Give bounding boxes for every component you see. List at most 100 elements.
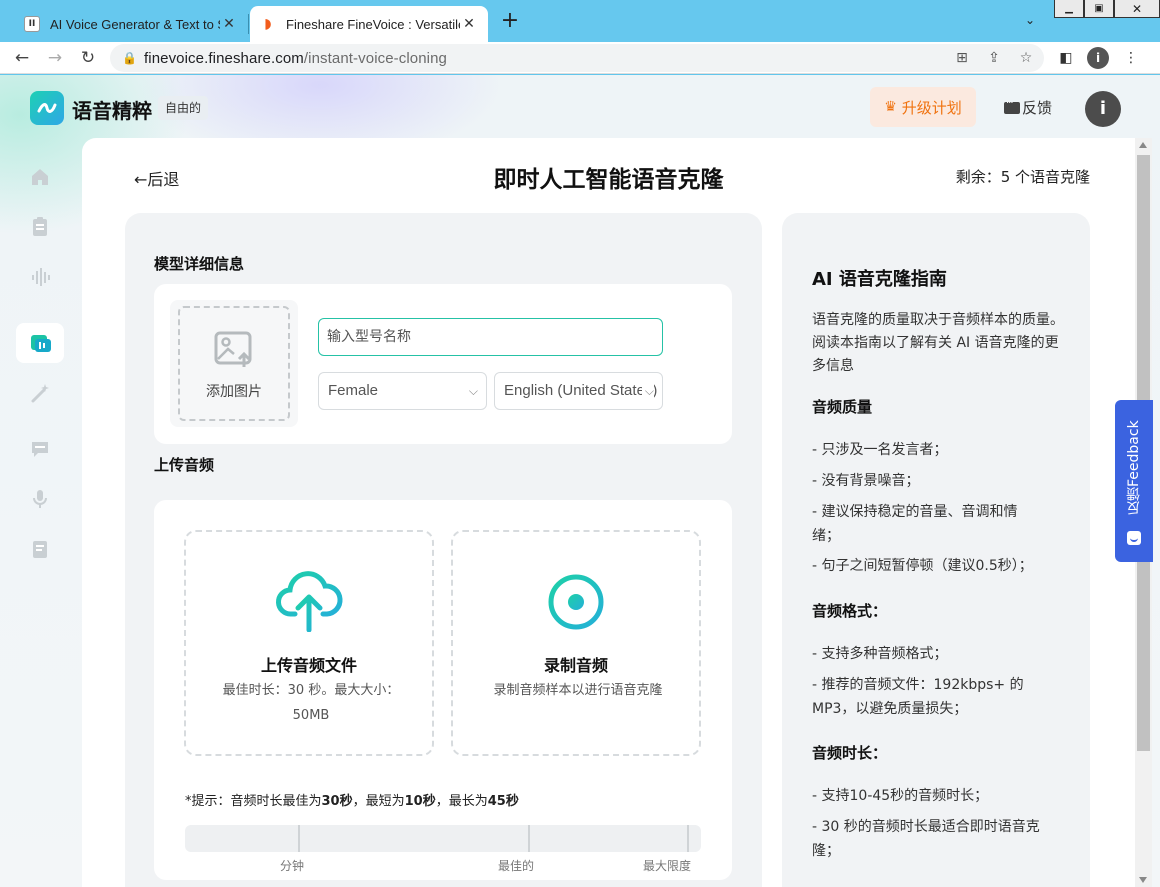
brand-name[interactable]: 语音精粹 xyxy=(72,95,152,124)
logo-icon[interactable] xyxy=(30,91,64,125)
star-icon[interactable]: ☆ xyxy=(1016,48,1036,68)
forward-arrow-icon[interactable]: → xyxy=(43,46,67,70)
new-tab-button[interactable]: + xyxy=(498,9,522,33)
url-host: finevoice.fineshare.com xyxy=(144,49,304,67)
quality-heading: 音频质量 xyxy=(812,398,873,416)
record-icon xyxy=(548,574,604,630)
sidebar-item-documents[interactable] xyxy=(16,207,64,247)
tip-max: 45秒 xyxy=(487,794,519,809)
feedback-side-tab[interactable]: 反馈Feedback xyxy=(1115,400,1153,562)
list-item: - 建议保持稳定的音量、音调和情绪； xyxy=(812,504,1018,544)
sidebar-item-chat[interactable] xyxy=(16,429,64,469)
list-item: - 支持10-45秒的音频时长； xyxy=(812,788,989,804)
gender-value: Female xyxy=(328,382,379,399)
window-controls: ▁ ▣ ✕ xyxy=(1054,0,1160,18)
notes-icon xyxy=(33,541,47,558)
feedback-tab-label: 反馈Feedback xyxy=(1126,420,1142,516)
browser-tab-strip: II AI Voice Generator & Text to Sp ✕ ◗ F… xyxy=(0,0,1160,42)
gender-select[interactable]: Female ⌵ xyxy=(318,372,487,410)
document-icon xyxy=(33,217,47,236)
duration-tip: *提示：音频时长最佳为30秒，最短为10秒，最长为45秒 xyxy=(185,790,519,809)
smile-icon xyxy=(1127,531,1141,545)
side-panel-icon[interactable]: ◧ xyxy=(1056,48,1076,68)
plan-badge: 自由的 xyxy=(158,96,209,120)
feedback-link[interactable]: 反馈 xyxy=(1004,97,1052,118)
tip-prefix: *提示：音频时长最佳为 xyxy=(185,794,322,809)
chevron-down-icon[interactable]: ⌄ xyxy=(1020,10,1040,30)
sidebar xyxy=(0,137,80,887)
bar-label-min: 分钟 xyxy=(280,859,305,873)
lock-icon: 🔒 xyxy=(122,51,137,65)
fineshare-icon: ◗ xyxy=(264,16,272,32)
upload-file-title: 上传音频文件 xyxy=(260,656,357,675)
image-upload-icon xyxy=(214,331,252,367)
menu-dots-icon[interactable]: ⋮ xyxy=(1121,48,1141,68)
model-details-card: 添加图片 Female ⌵ English (United States) ⌵ xyxy=(154,284,732,444)
magic-wand-icon xyxy=(31,384,49,403)
list-item: - 没有背景噪音； xyxy=(812,473,920,489)
guide-title: AI 语音克隆指南 xyxy=(812,269,947,290)
tip-min: 10秒 xyxy=(404,794,436,809)
home-icon xyxy=(32,169,48,185)
upload-audio-file-dropzone[interactable]: 上传音频文件 最佳时长：30 秒。最大大小：50MB xyxy=(184,530,434,756)
profile-avatar[interactable]: i xyxy=(1087,47,1109,69)
tab-title: Fineshare FineVoice : Versatile xyxy=(286,16,460,32)
tab-title: AI Voice Generator & Text to Sp xyxy=(50,16,220,32)
sidebar-item-voice[interactable] xyxy=(16,257,64,297)
reload-icon[interactable]: ↻ xyxy=(76,46,100,70)
window-close-icon[interactable]: ✕ xyxy=(1114,0,1160,18)
model-name-input[interactable] xyxy=(318,318,663,356)
back-arrow-icon[interactable]: ← xyxy=(10,46,34,70)
tip-mid2: ，最长为 xyxy=(435,794,488,809)
translate-icon[interactable]: ⊞ xyxy=(952,48,972,68)
list-item: - 30 秒的音频时长最适合即时语音克隆； xyxy=(812,819,1040,859)
duration-bar xyxy=(185,825,701,852)
browser-tab-ai-voice[interactable]: II AI Voice Generator & Text to Sp ✕ xyxy=(14,6,248,42)
sidebar-item-home[interactable] xyxy=(16,157,64,197)
web-page: 语音精粹 自由的 ♛ 升级计划 反馈 i xyxy=(0,75,1160,887)
add-image-label: 添加图片 xyxy=(206,384,262,400)
record-desc: 录制音频样本以进行语音克隆 xyxy=(493,683,663,698)
record-audio-button[interactable]: 录制音频 录制音频样本以进行语音克隆 xyxy=(451,530,701,756)
remaining-clones: 剩余：5 个语音克隆 xyxy=(955,168,1090,186)
close-icon[interactable]: ✕ xyxy=(220,16,238,32)
guide-panel: AI 语音克隆指南 语音克隆的质量取决于音频样本的质量。阅读本指南以了解有关 A… xyxy=(782,213,1090,887)
top-navigation: 语音精粹 自由的 ♛ 升级计划 反馈 i xyxy=(0,75,1160,137)
main-content: ←后退 即时人工智能语音克隆 剩余：5 个语音克隆 模型详细信息 添加图片 输入… xyxy=(82,138,1135,887)
tip-mid1: ，最短为 xyxy=(352,794,405,809)
waveform-icon xyxy=(32,268,50,286)
tip-best: 30秒 xyxy=(321,794,353,809)
upload-file-desc: 最佳时长：30 秒。最大大小：50MB xyxy=(222,683,400,723)
user-avatar[interactable]: i xyxy=(1085,91,1121,127)
language-select[interactable]: English (United States) ⌵ xyxy=(494,372,663,410)
model-details-heading: 模型详细信息 xyxy=(154,255,245,273)
language-value: English (United States) xyxy=(504,382,658,399)
browser-tab-finevoice[interactable]: ◗ Fineshare FineVoice : Versatile ✕ xyxy=(250,6,488,42)
maximize-icon[interactable]: ▣ xyxy=(1084,0,1114,18)
list-item: - 只涉及一名发言者； xyxy=(812,442,948,458)
scroll-down-icon[interactable] xyxy=(1139,877,1147,883)
minimize-icon[interactable]: ▁ xyxy=(1054,0,1084,18)
voice-clone-icon xyxy=(31,335,51,352)
sidebar-item-notes[interactable] xyxy=(16,529,64,569)
min-marker xyxy=(298,825,300,852)
chevron-down-icon: ⌵ xyxy=(641,373,654,409)
close-icon[interactable]: ✕ xyxy=(460,16,478,32)
share-icon[interactable]: ⇪ xyxy=(984,48,1004,68)
record-title: 录制音频 xyxy=(543,656,608,675)
list-item: - 句子之间短暂停顿（建议0.5秒）； xyxy=(812,558,1033,574)
upgrade-plan-button[interactable]: ♛ 升级计划 xyxy=(870,87,976,127)
upload-audio-card: 上传音频文件 最佳时长：30 秒。最大大小：50MB 录制音频 录制音频样本以进… xyxy=(154,500,732,880)
address-bar[interactable]: 🔒 finevoice.fineshare.com/instant-voice-… xyxy=(110,44,1044,72)
scroll-up-icon[interactable] xyxy=(1139,142,1147,148)
browser-toolbar: ← → ↻ 🔒 finevoice.fineshare.com/instant-… xyxy=(0,42,1160,74)
sidebar-item-voice-clone[interactable] xyxy=(16,323,64,363)
add-image-button[interactable]: 添加图片 xyxy=(170,300,298,427)
sidebar-item-magic[interactable] xyxy=(16,373,64,413)
list-item: - 推荐的音频文件：192kbps+ 的 MP3，以避免质量损失； xyxy=(812,677,1024,717)
url-path: /instant-voice-cloning xyxy=(303,49,447,67)
chat-icon xyxy=(32,442,48,457)
url-text: finevoice.fineshare.com/instant-voice-cl… xyxy=(144,50,447,67)
sidebar-item-microphone[interactable] xyxy=(16,479,64,519)
crown-icon: ♛ xyxy=(884,99,897,115)
